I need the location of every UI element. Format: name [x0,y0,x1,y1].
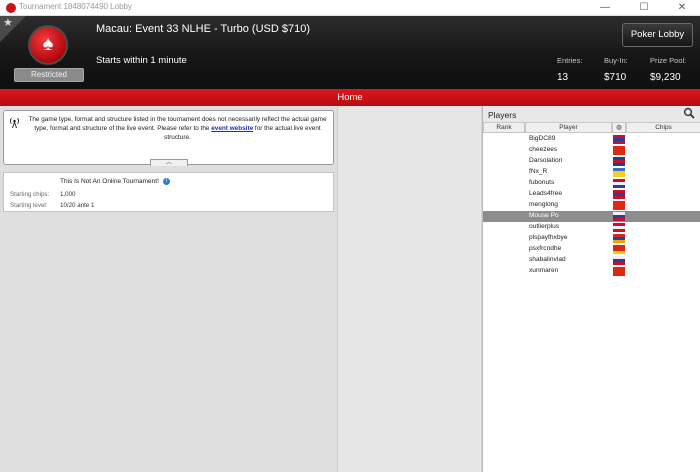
country-flag-icon [613,157,625,166]
country-flag-icon [613,267,625,276]
country-flag-icon [613,179,625,188]
player-name: Darsolation [529,157,563,164]
entries-value: 13 [557,72,569,83]
tournament-details-box: This Is Not An Online Tournament! i Star… [3,172,334,212]
table-row[interactable]: Darsolation [483,156,700,167]
tab-home[interactable]: Home [0,89,700,106]
event-title: Macau: Event 33 NLHE - Turbo (USD $710) [96,23,310,35]
table-row[interactable]: fubonuts [483,178,700,189]
table-row[interactable]: plspayfhxbye [483,233,700,244]
start-status: Starts within 1 minute [96,55,187,66]
table-row[interactable]: psxfrcndhe [483,244,700,255]
window-titlebar: Tournament 1848074490 Lobby — ☐ ✕ [0,0,700,16]
tournament-info-panel: The game type, format and structure list… [0,106,337,472]
buyin-label: Buy-In: [604,56,628,65]
search-players-icon[interactable] [681,107,697,121]
players-panel: Players Rank Player ◍ Chips BigDC89 cheez… [482,106,700,472]
player-name: BigDC89 [529,135,556,142]
window-title: Tournament 1848074490 Lobby [19,2,132,11]
maximize-button[interactable]: ☐ [627,0,661,16]
starting-level-value: 10/20 ante 1 [60,202,95,209]
info-icon[interactable]: i [162,178,170,185]
country-flag-icon [613,146,625,155]
player-name: xunmaren [529,267,559,274]
live-event-notice: The game type, format and structure list… [3,110,334,166]
column-rank[interactable]: Rank [483,122,525,133]
player-name: plspayfhxbye [529,234,568,241]
buyin-value: $710 [604,72,627,83]
starting-chips-label: Starting chips: [10,191,50,198]
restricted-badge: Restricted [14,68,84,82]
prize-pool-label: Prize Pool: [650,56,687,65]
country-flag-icon [613,135,625,144]
table-row[interactable]: outlierplus [483,222,700,233]
country-flag-icon [613,256,625,265]
country-flag-icon [613,190,625,199]
table-row[interactable]: fNx_R [483,167,700,178]
table-row[interactable]: BigDC89 [483,134,700,145]
spade-icon: ♠ [42,33,54,55]
player-name: fubonuts [529,179,555,186]
entries-label: Entries: [557,56,583,65]
prize-pool-value: $9,230 [650,72,681,83]
not-online-text: This Is Not An Online Tournament! [60,178,159,186]
country-flag-icon [613,234,625,243]
starting-level-label: Starting level: [10,202,48,209]
table-row[interactable]: shabalinvlad [483,255,700,266]
table-row[interactable]: Leads4free [483,189,700,200]
player-name: cheezees [529,146,558,153]
player-name: psxfrcndhe [529,245,562,252]
country-flag-icon [613,168,625,177]
players-header: Players [483,106,700,122]
notice-text: The game type, format and structure list… [26,115,329,142]
player-name: fNx_R [529,168,548,175]
column-country[interactable]: ◍ [612,122,626,133]
empty-center-panel [337,106,481,472]
players-title: Players [488,110,517,120]
column-player[interactable]: Player [525,122,612,133]
favorite-star-icon[interactable]: ★ [3,16,13,29]
pokerstars-logo: ♠ [28,25,68,65]
poker-lobby-button[interactable]: Poker Lobby [622,23,693,47]
player-name: Mouse Po [529,212,559,219]
not-online-heading: This Is Not An Online Tournament! i [60,178,170,185]
country-flag-icon [613,223,625,232]
minimize-button[interactable]: — [588,0,622,16]
player-name: shabalinvlad [529,256,566,263]
column-chips[interactable]: Chips [626,122,700,133]
country-flag-icon [613,212,625,221]
players-list: BigDC89 cheezees Darsolation fNx_R fubonuts L… [483,134,700,277]
tournament-header: ★ ♠ Restricted Macau: Event 33 NLHE - Tu… [0,16,700,89]
collapse-notice-button[interactable]: ︿ [150,159,188,166]
player-name: menglong [529,201,558,208]
player-name: Leads4free [529,190,562,197]
table-row[interactable]: cheezees [483,145,700,156]
table-row[interactable]: menglong [483,200,700,211]
country-flag-icon [613,245,625,254]
table-row[interactable]: xunmaren [483,266,700,277]
event-website-link[interactable]: event website [211,125,253,132]
broadcast-icon [9,117,20,132]
country-flag-icon [613,201,625,210]
close-button[interactable]: ✕ [665,0,699,16]
player-name: outlierplus [529,223,560,230]
table-row[interactable]: Mouse Po [483,211,700,222]
starting-chips-value: 1,000 [60,191,76,198]
pokerstars-app-icon [6,3,16,13]
